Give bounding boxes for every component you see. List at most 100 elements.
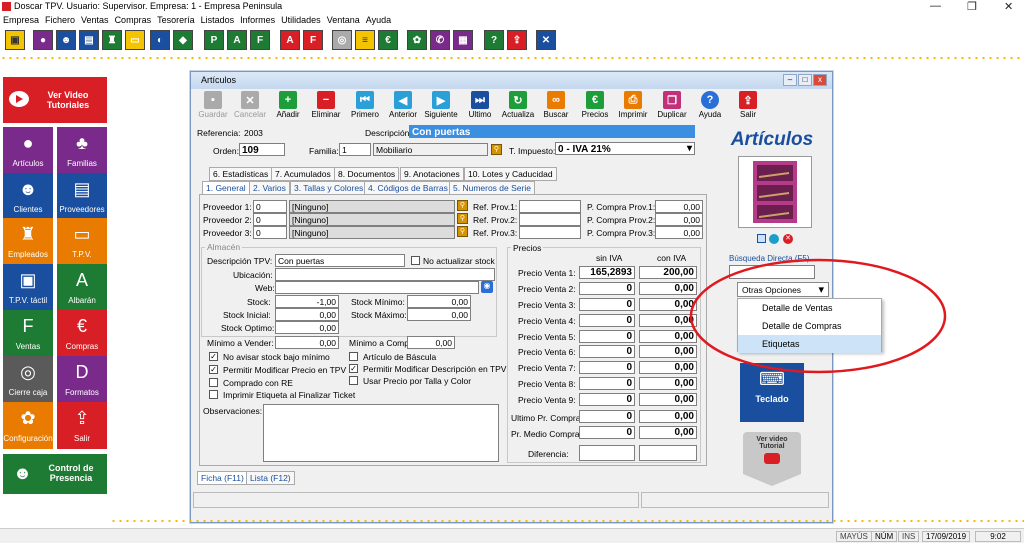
pc-prov2-field[interactable]: 0,00: [655, 213, 703, 226]
tile-familias[interactable]: ♣ Familias: [57, 127, 107, 174]
impuesto-select[interactable]: 0 - IVA 21% ▾: [555, 142, 695, 155]
ref-prov1-field[interactable]: [519, 200, 581, 213]
cycle-icon[interactable]: ◐: [150, 30, 170, 50]
no-actualizar-checkbox[interactable]: [411, 256, 420, 265]
menu-ayuda[interactable]: Ayuda: [363, 13, 394, 27]
tab-estadisticas[interactable]: 6. Estadísticas: [209, 167, 273, 181]
p-doc-icon[interactable]: P: [204, 30, 224, 50]
tile-clientes[interactable]: ☻ Clientes: [3, 173, 53, 220]
tab-tallas[interactable]: 3. Tallas y Colores: [290, 181, 368, 195]
proveedor3-code[interactable]: 0: [253, 226, 287, 239]
ayuda-button[interactable]: ? Ayuda: [691, 91, 729, 119]
precio-sin-iva-field[interactable]: 0: [579, 282, 635, 295]
stock-min-field[interactable]: 0,00: [407, 295, 471, 308]
duplicar-button[interactable]: ❐ Duplicar: [653, 91, 691, 119]
ver-video-tutorial-button[interactable]: Ver video Tutorial: [743, 432, 801, 474]
ultimo-compra-sin[interactable]: 0: [579, 410, 635, 423]
familia-lookup-icon[interactable]: ⚲: [491, 144, 502, 155]
list-icon[interactable]: ≡: [355, 30, 375, 50]
menu-fichero[interactable]: Fichero: [42, 13, 78, 27]
precio-sin-iva-field[interactable]: 0: [579, 330, 635, 343]
a-red-doc-icon[interactable]: A: [280, 30, 300, 50]
menu-utilidades[interactable]: Utilidades: [278, 13, 324, 27]
ultimo-compra-con[interactable]: 0,00: [639, 410, 697, 423]
tile-tpv-tactil[interactable]: ▣ T.P.V. táctil: [3, 264, 53, 311]
eliminar-button[interactable]: − Eliminar: [307, 91, 345, 119]
descripcion-field[interactable]: Con puertas: [409, 125, 695, 138]
desc-tpv-field[interactable]: Con puertas: [275, 254, 405, 267]
product-image[interactable]: [738, 156, 812, 228]
tile-tpv[interactable]: ▭ T.P.V.: [57, 218, 107, 265]
diferencia-sin[interactable]: [579, 445, 635, 461]
web-field[interactable]: [275, 281, 479, 294]
tile-empleados[interactable]: ♜ Empleados: [3, 218, 53, 265]
precio-sin-iva-field[interactable]: 0: [579, 361, 635, 374]
tab-acumulados[interactable]: 7. Acumulados: [271, 167, 335, 181]
f-red-doc-icon[interactable]: F: [303, 30, 323, 50]
calendar-icon[interactable]: ▦: [453, 30, 473, 50]
restore-icon[interactable]: ❐: [967, 0, 977, 13]
proveedor2-lookup-icon[interactable]: ⚲: [457, 213, 468, 224]
stock-field[interactable]: -1,00: [275, 295, 339, 308]
folder-icon[interactable]: ▣: [5, 30, 25, 50]
menu-compras[interactable]: Compras: [112, 13, 155, 27]
tag-icon[interactable]: ◆: [173, 30, 193, 50]
image-view-icon[interactable]: [769, 234, 779, 244]
pc-prov3-field[interactable]: 0,00: [655, 226, 703, 239]
stock-max-field[interactable]: 0,00: [407, 308, 471, 321]
safe-icon[interactable]: ◎: [332, 30, 352, 50]
permitir-desc-checkbox[interactable]: ✓: [349, 364, 358, 373]
medio-compra-sin[interactable]: 0: [579, 426, 635, 439]
tile-configuracion[interactable]: ✿ Configuración: [3, 402, 53, 449]
precio-con-iva-field[interactable]: 0,00: [639, 377, 697, 390]
menu-empresa[interactable]: Empresa: [0, 13, 42, 27]
guardar-button[interactable]: ▪ Guardar: [194, 91, 232, 119]
imprimir-etiqueta-checkbox[interactable]: [209, 390, 218, 399]
tpv-icon[interactable]: ▭: [125, 30, 145, 50]
imprimir-button[interactable]: ⎙ Imprimir: [614, 91, 652, 119]
ref-prov2-field[interactable]: [519, 213, 581, 226]
medio-compra-con[interactable]: 0,00: [639, 426, 697, 439]
tile-ventas[interactable]: F Ventas: [3, 310, 53, 357]
video-tutoriales-button[interactable]: Ver Video Tutoriales: [3, 77, 107, 123]
cancelar-button[interactable]: ✕ Cancelar: [231, 91, 269, 119]
tile-salir[interactable]: ⇪ Salir: [57, 402, 107, 449]
tile-cierre-caja[interactable]: ◎ Cierre caja: [3, 356, 53, 403]
f-doc-icon[interactable]: F: [250, 30, 270, 50]
comprado-re-checkbox[interactable]: [209, 378, 218, 387]
ubicacion-field[interactable]: [275, 268, 495, 281]
primero-button[interactable]: ⏮ Primero: [346, 91, 384, 119]
proveedor1-lookup-icon[interactable]: ⚲: [457, 200, 468, 211]
precio-sin-iva-field[interactable]: 0: [579, 314, 635, 327]
stock-opt-field[interactable]: 0,00: [275, 321, 339, 334]
employees-icon[interactable]: ♜: [102, 30, 122, 50]
tab-documentos[interactable]: 8. Documentos: [334, 167, 400, 181]
phone-icon[interactable]: ✆: [430, 30, 450, 50]
precio-sin-iva-field[interactable]: 0: [579, 393, 635, 406]
tab-general[interactable]: 1. General: [202, 181, 250, 195]
precio-talla-checkbox[interactable]: [349, 376, 358, 385]
precio-con-iva-field[interactable]: 0,00: [639, 393, 697, 406]
familia-code-field[interactable]: 1: [339, 143, 371, 156]
min-comprar-field[interactable]: 0,00: [407, 336, 455, 349]
menu-ventana[interactable]: Ventana: [324, 13, 363, 27]
tab-codigos[interactable]: 4. Códigos de Barras: [364, 181, 452, 195]
tab-series[interactable]: 5. Numeros de Serie: [449, 181, 535, 195]
minimize-icon[interactable]: —: [930, 0, 941, 12]
tab-varios[interactable]: 2. Varios: [249, 181, 290, 195]
anterior-button[interactable]: ◀ Anterior: [384, 91, 422, 119]
permitir-precio-checkbox[interactable]: ✓: [209, 365, 218, 374]
min-vender-field[interactable]: 0,00: [275, 336, 339, 349]
actualiza-button[interactable]: ↻ Actualiza: [499, 91, 537, 119]
tab-lotes[interactable]: 10. Lotes y Caducidad: [464, 167, 557, 181]
observaciones-textarea[interactable]: [263, 404, 499, 462]
tab-anotaciones[interactable]: 9. Anotaciones: [400, 167, 464, 181]
orden-field[interactable]: 109: [239, 143, 285, 156]
menu-tesoreria[interactable]: Tesorería: [154, 13, 198, 27]
menu-ventas[interactable]: Ventas: [78, 13, 112, 27]
image-delete-icon[interactable]: ✕: [783, 234, 793, 244]
tile-formatos[interactable]: D Formatos: [57, 356, 107, 403]
precio-sin-iva-field[interactable]: 0: [579, 377, 635, 390]
close-icon[interactable]: ✕: [1004, 0, 1013, 13]
siguiente-button[interactable]: ▶ Siguiente: [422, 91, 460, 119]
